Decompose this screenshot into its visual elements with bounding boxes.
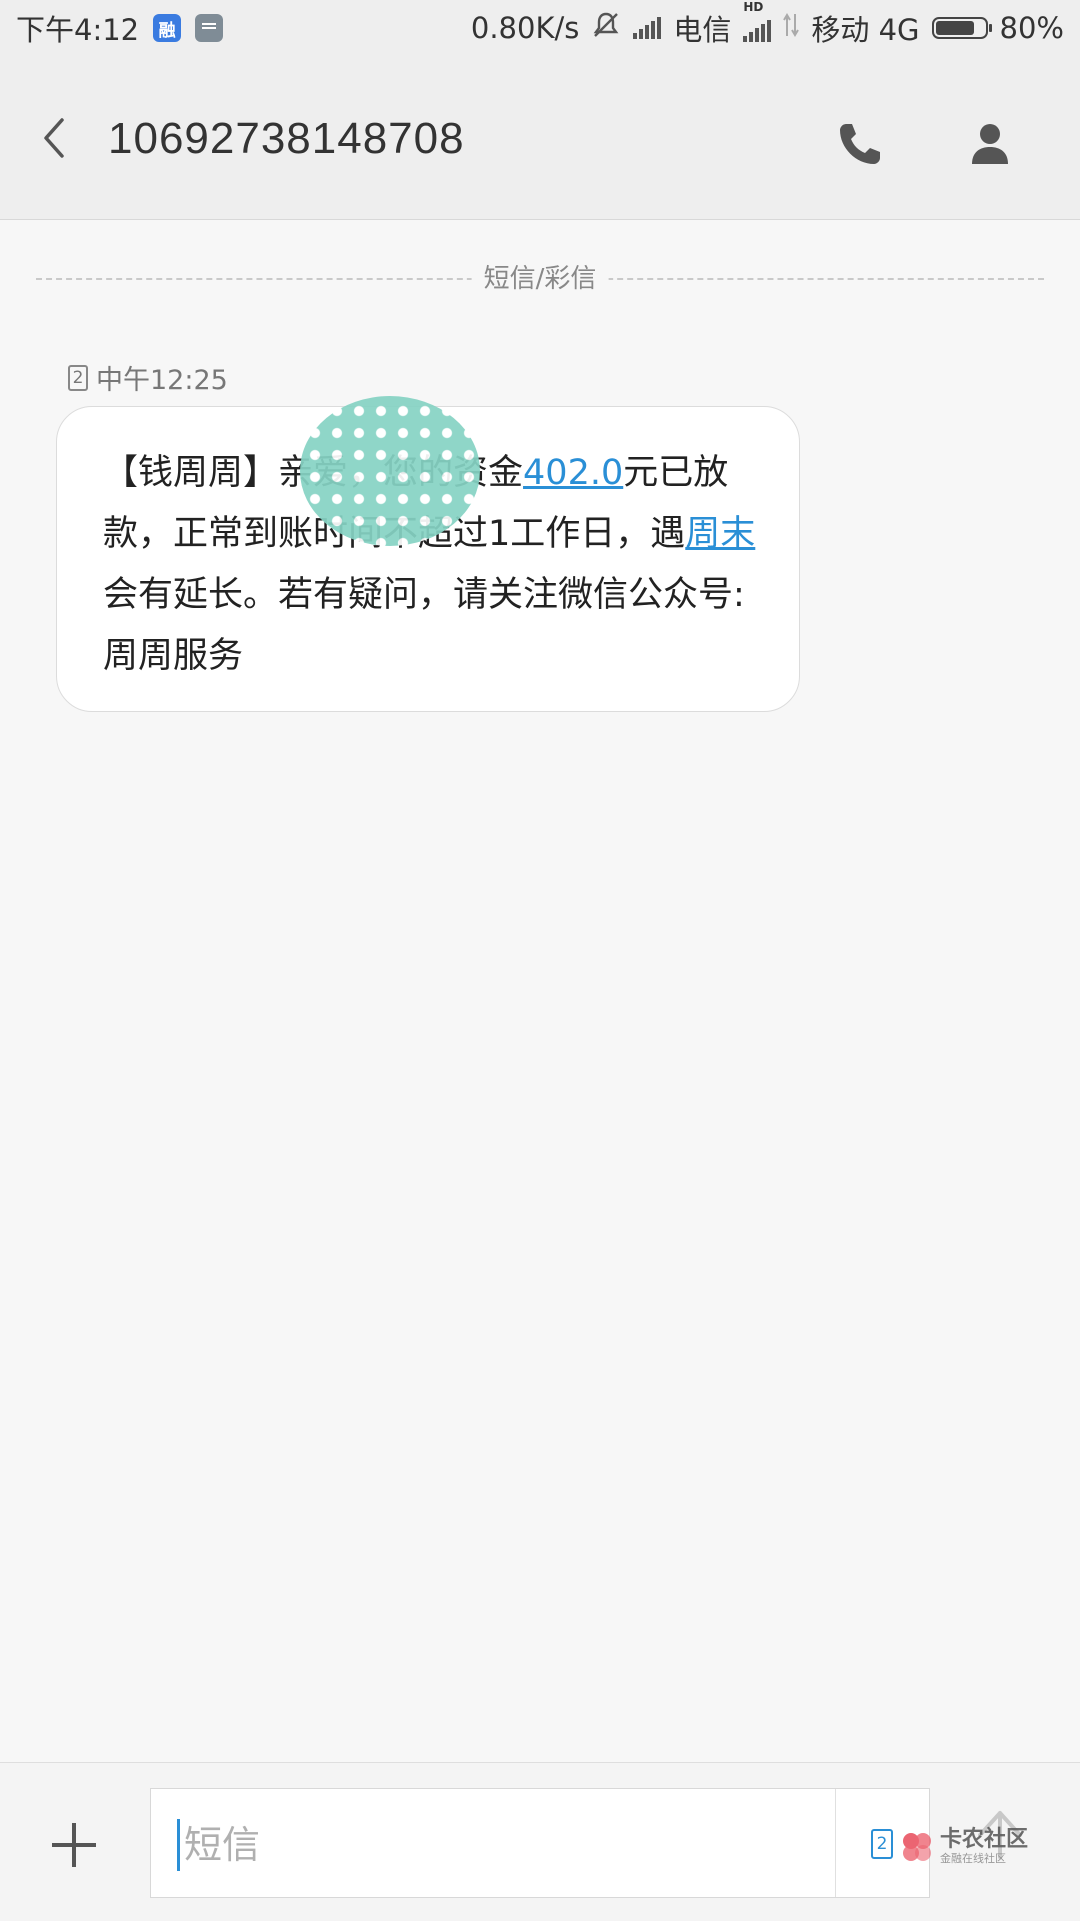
carrier-1: 电信 [673, 13, 732, 47]
watermark-subtitle: 金融在线社区 [940, 1852, 1006, 1865]
status-time: 下午4:12 [16, 13, 140, 47]
amount-link[interactable]: 402.0 [523, 453, 623, 493]
hd-label: HD [743, 0, 764, 14]
hd-signal-icon: HD [743, 0, 772, 42]
rong-app-icon: 融 [153, 14, 182, 42]
message-meta: 2 中午12:25 [68, 358, 228, 397]
add-icon [52, 1823, 96, 1867]
watermark-title: 卡农社区 [940, 1827, 1029, 1852]
phone-icon [840, 124, 880, 164]
weekend-link[interactable]: 周末 [685, 514, 755, 554]
mute-icon [591, 10, 621, 47]
dotted-sticker-overlay [300, 396, 480, 546]
add-attachment-button[interactable] [48, 1819, 100, 1871]
back-icon [44, 118, 64, 158]
watermark: 卡农社区 金融在线社区 [900, 1828, 1028, 1866]
battery-fill [935, 21, 974, 35]
status-bar: 下午4:12 融 0.80K/s 电信 HD 移动 4G 80% [0, 0, 1080, 56]
contact-button[interactable] [962, 116, 1018, 172]
message-app-icon [195, 14, 224, 42]
divider-label: 短信/彩信 [471, 258, 609, 295]
message-time: 中午12:25 [96, 365, 228, 396]
sim-badge-icon: 2 [68, 364, 88, 391]
conversation-title: 10692738148708 [108, 114, 465, 163]
message-input[interactable] [177, 1819, 826, 1871]
message-text-part-4: 会有延长。若有疑问，请关注微信公众号:周周服务 [103, 575, 745, 676]
carrier-2: 移动 4G [811, 13, 920, 47]
status-right: 0.80K/s 电信 HD 移动 4G 80% [471, 0, 1064, 56]
data-arrows-icon [783, 11, 800, 45]
send-sim-icon[interactable]: 2 [871, 1829, 893, 1859]
battery-percent: 80% [999, 11, 1064, 45]
back-button[interactable] [32, 110, 82, 166]
signal-icon [633, 17, 662, 39]
net-speed: 0.80K/s [470, 11, 580, 45]
conversation-header: 10692738148708 [0, 56, 1080, 220]
input-divider [835, 1789, 836, 1897]
message-input-box: 2 [150, 1788, 930, 1898]
battery-icon [931, 17, 992, 39]
call-button[interactable] [832, 116, 888, 172]
message-type-divider: 短信/彩信 [36, 258, 1044, 306]
knforum-logo-icon [903, 1833, 931, 1861]
contact-icon [972, 124, 1008, 164]
